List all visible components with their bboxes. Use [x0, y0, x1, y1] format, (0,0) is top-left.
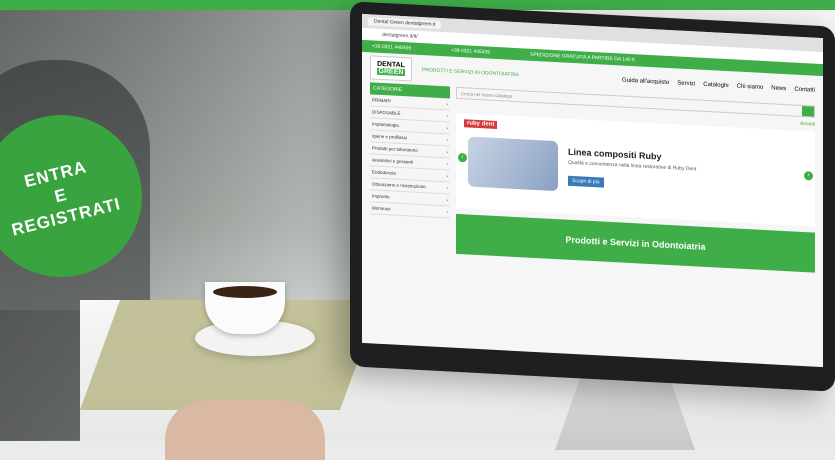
nav-services[interactable]: Servizi [677, 80, 695, 87]
nav-contacts[interactable]: Contatti [794, 87, 815, 94]
product-image [468, 135, 558, 191]
badge-line2: E [52, 184, 70, 207]
slide-prev-icon[interactable]: ‹ [458, 152, 467, 163]
website-screen: Dental Green dentalgreen.it dentalgreen.… [362, 13, 823, 368]
site-logo[interactable]: DENTAL GREEN [370, 55, 412, 82]
coffee [213, 286, 277, 298]
search-button[interactable] [802, 105, 814, 117]
hand [165, 400, 325, 460]
tagline: PRODOTTI E SERVIZI IN ODONTOIATRIA [422, 67, 519, 79]
main-content: Cerca nel nostro catalogo Accedi ruby de… [456, 86, 815, 273]
mobile-text[interactable]: +39 0321 445435 [451, 48, 490, 56]
nav-news[interactable]: News [771, 85, 786, 92]
main-nav: Guida all'acquisto Servizi Cataloghi Chi… [622, 78, 815, 94]
nav-about[interactable]: Chi siamo [737, 84, 764, 91]
phone-text[interactable]: +39 0321 448459 [372, 43, 411, 51]
slide-text: Linea compositi Ruby Qualità e convenien… [568, 146, 803, 198]
search-placeholder: Cerca nel nostro catalogo [461, 90, 513, 99]
ruby-dent-logo: ruby dent [464, 119, 498, 130]
browser-tab[interactable]: Dental Green dentalgreen.it [368, 17, 442, 30]
logo-line2: GREEN [376, 67, 406, 77]
discover-button[interactable]: Scopri di più [568, 175, 604, 188]
page-body: CATEGORIE PRIMARI › DISPOSABLE › Implantol… [362, 82, 823, 273]
category-sidebar: CATEGORIE PRIMARI › DISPOSABLE › Implantol… [370, 82, 450, 253]
monitor: Dental Green dentalgreen.it dentalgreen.… [350, 1, 835, 392]
hero-slide: ruby dent ‹ Linea compositi Ruby Qualità… [456, 112, 815, 227]
slide-next-icon[interactable]: › [804, 171, 813, 181]
nav-catalogs[interactable]: Cataloghi [703, 82, 728, 89]
nav-guide[interactable]: Guida all'acquisto [622, 78, 669, 86]
